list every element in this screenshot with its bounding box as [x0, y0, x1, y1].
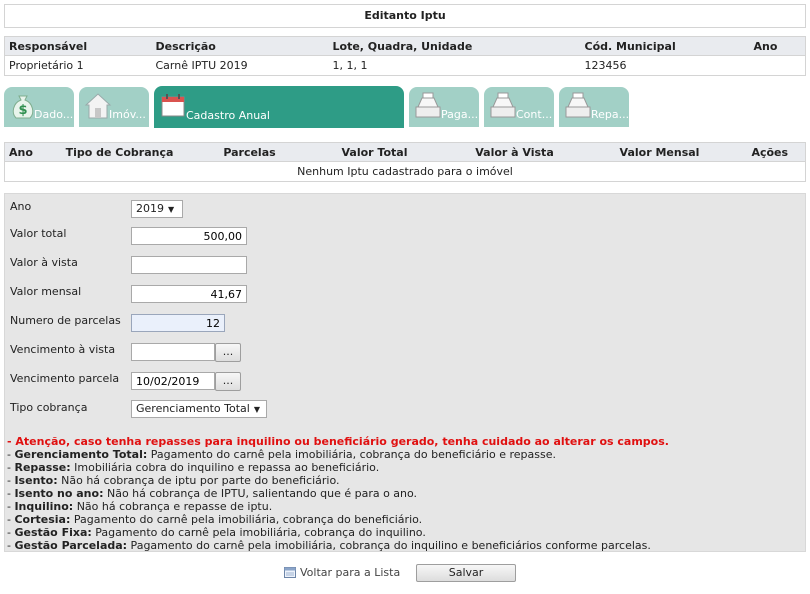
tab-repasse[interactable]: Repa... [559, 87, 629, 127]
vencimento-parcela-picker-button[interactable]: ... [215, 372, 241, 391]
list-item: - Cortesia: Pagamento do carnê pela imob… [7, 513, 423, 526]
list-item: - Inquilino: Não há cobrança e repasse d… [7, 500, 273, 513]
num-parcelas-label: Numero de parcelas [10, 314, 121, 327]
chevron-down-icon: ▼ [168, 205, 175, 214]
tab-label: Cadastro Anual [186, 109, 270, 122]
tipo-cobranca-value: Gerenciamento Total [136, 402, 250, 415]
col-parcelas: Parcelas [194, 142, 305, 162]
list-item: - Isento no ano: Não há cobrança de IPTU… [7, 487, 418, 500]
note-term: Gerenciamento Total: [14, 448, 148, 461]
note-text: Pagamento do carnê pela imobiliária, cob… [91, 526, 426, 539]
tipo-cobranca-label: Tipo cobrança [10, 401, 88, 414]
tab-label: Paga... [441, 108, 479, 121]
cash-register-icon [490, 92, 516, 118]
valor-vista-label: Valor à vista [10, 256, 78, 269]
note-text: Não há cobrança de IPTU, salientando que… [103, 487, 418, 500]
col-ano: Ano [749, 36, 806, 56]
iptu-list-table: Ano Tipo de Cobrança Parcelas Valor Tota… [4, 142, 806, 182]
vencimento-vista-input[interactable] [131, 343, 215, 361]
list-item: - Gestão Parcelada: Pagamento do carnê p… [7, 539, 651, 552]
notes-section: - Atenção, caso tenha repasses para inqu… [5, 435, 805, 552]
list-item: - Gestão Fixa: Pagamento do carnê pela i… [7, 526, 426, 539]
col-lote: Lote, Quadra, Unidade [328, 36, 581, 56]
list-item: - Isento: Não há cobrança de iptu por pa… [7, 474, 340, 487]
footer-actions: Voltar para a Lista Salvar [0, 564, 810, 584]
num-parcelas-input[interactable] [131, 314, 225, 332]
valor-total-input[interactable] [131, 227, 247, 245]
tab-label: Imóv... [109, 108, 146, 121]
vencimento-parcela-label: Vencimento parcela [10, 372, 120, 385]
annual-form-panel: Ano 2019 ▼ Valor total Valor à vista Valo… [4, 193, 806, 552]
vencimento-parcela-input[interactable] [131, 372, 215, 390]
tab-cadastro-anual[interactable]: Cadastro Anual [154, 86, 404, 128]
tipo-cobranca-select[interactable]: Gerenciamento Total ▼ [131, 400, 267, 418]
cash-register-icon [565, 92, 591, 118]
col-ano: Ano [4, 142, 45, 162]
cell-descricao: Carnê IPTU 2019 [151, 55, 329, 76]
col-valor-total: Valor Total [304, 142, 445, 162]
ano-value: 2019 [136, 202, 164, 215]
col-acoes: Ações [734, 142, 806, 162]
note-term: Gestão Fixa: [14, 526, 92, 539]
cell-ano [749, 55, 806, 76]
note-term: Isento: [14, 474, 58, 487]
col-cod-municipal: Cód. Municipal [580, 36, 750, 56]
col-responsavel: Responsável [4, 36, 152, 56]
page-title: Editanto Iptu [4, 4, 806, 28]
note-text: Não há cobrança e repasse de iptu. [73, 500, 273, 513]
col-valor-vista: Valor à Vista [444, 142, 585, 162]
note-term: Cortesia: [14, 513, 71, 526]
ano-select[interactable]: 2019 ▼ [131, 200, 183, 218]
chevron-down-icon: ▼ [253, 405, 260, 414]
calendar-icon [161, 94, 185, 117]
tab-contas[interactable]: Cont... [484, 87, 554, 127]
col-descricao: Descrição [151, 36, 329, 56]
vencimento-vista-label: Vencimento à vista [10, 343, 116, 356]
note-term: Gestão Parcelada: [14, 539, 128, 552]
svg-text:$: $ [18, 103, 27, 118]
back-to-list-label: Voltar para a Lista [300, 566, 401, 579]
valor-mensal-label: Valor mensal [10, 285, 82, 298]
back-to-list-link[interactable]: Voltar para a Lista [284, 566, 400, 579]
note-text: Não há cobrança de iptu por parte do ben… [57, 474, 340, 487]
tab-bar: $ Dado... Imóv... Cadastro Anual Paga... [4, 86, 806, 128]
cell-responsavel: Proprietário 1 [4, 55, 152, 76]
note-text: Imobiliária cobra do inquilino e repassa… [70, 461, 380, 474]
vencimento-vista-picker-button[interactable]: ... [215, 343, 241, 362]
col-tipo-cobranca: Tipo de Cobrança [44, 142, 195, 162]
tab-label: Repa... [591, 108, 629, 121]
tab-label: Dado... [34, 108, 74, 121]
cell-lote: 1, 1, 1 [328, 55, 581, 76]
table-row: Nenhum Iptu cadastrado para o imóvel [4, 161, 806, 182]
cash-register-icon [415, 92, 441, 118]
tab-pagamento[interactable]: Paga... [409, 87, 479, 127]
list-item: - Repasse: Imobiliária cobra do inquilin… [7, 461, 380, 474]
empty-message: Nenhum Iptu cadastrado para o imóvel [4, 161, 806, 182]
note-text: Pagamento do carnê pela imobiliária, cob… [147, 448, 556, 461]
valor-vista-input[interactable] [131, 256, 247, 274]
ano-label: Ano [10, 200, 32, 213]
tab-dados[interactable]: $ Dado... [4, 87, 74, 127]
save-button[interactable]: Salvar [416, 564, 516, 582]
note-term: Repasse: [14, 461, 71, 474]
tab-label: Cont... [516, 108, 553, 121]
valor-mensal-input[interactable] [131, 285, 247, 303]
note-text: Pagamento do carnê pela imobiliária, cob… [127, 539, 651, 552]
list-item: - Gerenciamento Total: Pagamento do carn… [7, 448, 556, 461]
note-term: Isento no ano: [14, 487, 104, 500]
valor-total-label: Valor total [10, 227, 67, 240]
note-text: Pagamento do carnê pela imobiliária, cob… [70, 513, 423, 526]
note-term: Inquilino: [14, 500, 74, 513]
cell-cod-municipal: 123456 [580, 55, 750, 76]
warning-text: - Atenção, caso tenha repasses para inqu… [7, 435, 669, 448]
table-row: Proprietário 1 Carnê IPTU 2019 1, 1, 1 1… [4, 55, 806, 76]
col-valor-mensal: Valor Mensal [584, 142, 735, 162]
property-info-table: Responsável Descrição Lote, Quadra, Unid… [4, 36, 806, 76]
calendar-icon [284, 567, 296, 578]
tab-imovel[interactable]: Imóv... [79, 87, 149, 127]
